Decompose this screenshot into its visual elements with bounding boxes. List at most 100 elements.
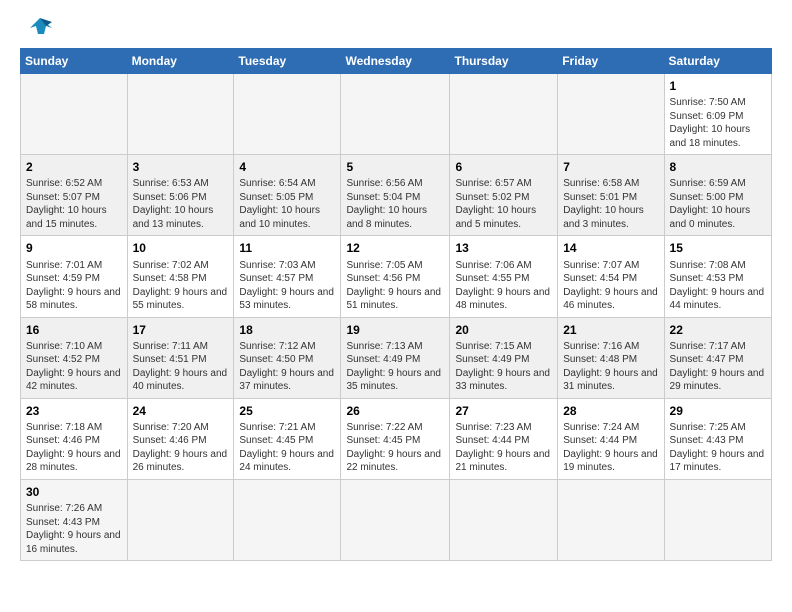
day-info: Sunrise: 7:21 AM Sunset: 4:45 PM Dayligh… [239, 421, 335, 475]
day-info: Sunrise: 7:03 AM Sunset: 4:57 PM Dayligh… [239, 259, 335, 313]
day-info: Sunrise: 7:02 AM Sunset: 4:58 PM Dayligh… [133, 259, 229, 313]
day-info: Sunrise: 7:22 AM Sunset: 4:45 PM Dayligh… [346, 421, 444, 475]
calendar-cell [234, 74, 341, 155]
day-number: 1 [670, 78, 766, 94]
day-number: 10 [133, 240, 229, 256]
day-number: 23 [26, 403, 122, 419]
calendar-cell: 27 Sunrise: 7:23 AM Sunset: 4:44 PM Dayli… [450, 398, 558, 479]
calendar-week-row-1: 1Sunrise: 7:50 AM Sunset: 6:09 PM Daylig… [21, 74, 772, 155]
day-info: Sunrise: 7:10 AM Sunset: 4:52 PM Dayligh… [26, 340, 122, 394]
calendar-cell [127, 479, 234, 560]
day-number: 22 [670, 322, 766, 338]
day-info: Sunrise: 6:57 AM Sunset: 5:02 PM Dayligh… [455, 177, 552, 231]
calendar-cell: 7Sunrise: 6:58 AM Sunset: 5:01 PM Daylig… [558, 155, 664, 236]
day-number: 5 [346, 159, 444, 175]
calendar-cell: 2Sunrise: 6:52 AM Sunset: 5:07 PM Daylig… [21, 155, 128, 236]
calendar-cell: 8Sunrise: 6:59 AM Sunset: 5:00 PM Daylig… [664, 155, 771, 236]
day-number: 14 [563, 240, 658, 256]
calendar-cell [21, 74, 128, 155]
day-number: 9 [26, 240, 122, 256]
day-number: 2 [26, 159, 122, 175]
calendar-weekday-friday: Friday [558, 49, 664, 74]
calendar-cell: 15Sunrise: 7:08 AM Sunset: 4:53 PM Dayli… [664, 236, 771, 317]
calendar-header-row: SundayMondayTuesdayWednesdayThursdayFrid… [21, 49, 772, 74]
day-info: Sunrise: 6:56 AM Sunset: 5:04 PM Dayligh… [346, 177, 444, 231]
day-info: Sunrise: 7:08 AM Sunset: 4:53 PM Dayligh… [670, 259, 766, 313]
day-info: Sunrise: 6:54 AM Sunset: 5:05 PM Dayligh… [239, 177, 335, 231]
calendar-cell: 16 Sunrise: 7:10 AM Sunset: 4:52 PM Dayli… [21, 317, 128, 398]
calendar-cell: 1Sunrise: 7:50 AM Sunset: 6:09 PM Daylig… [664, 74, 771, 155]
day-info: Sunrise: 6:53 AM Sunset: 5:06 PM Dayligh… [133, 177, 229, 231]
day-number: 28 [563, 403, 658, 419]
calendar-cell: 5 Sunrise: 6:56 AM Sunset: 5:04 PM Daylig… [341, 155, 450, 236]
calendar-weekday-tuesday: Tuesday [234, 49, 341, 74]
day-number: 11 [239, 240, 335, 256]
day-info: Sunrise: 7:06 AM Sunset: 4:55 PM Dayligh… [455, 259, 552, 313]
calendar-weekday-monday: Monday [127, 49, 234, 74]
day-number: 25 [239, 403, 335, 419]
day-number: 13 [455, 240, 552, 256]
day-info: Sunrise: 7:12 AM Sunset: 4:50 PM Dayligh… [239, 340, 335, 394]
calendar-cell: 29 Sunrise: 7:25 AM Sunset: 4:43 PM Dayli… [664, 398, 771, 479]
day-number: 29 [670, 403, 766, 419]
calendar-week-row-6: 30Sunrise: 7:26 AM Sunset: 4:43 PM Dayli… [21, 479, 772, 560]
calendar-cell: 4 Sunrise: 6:54 AM Sunset: 5:05 PM Daylig… [234, 155, 341, 236]
page: SundayMondayTuesdayWednesdayThursdayFrid… [0, 0, 792, 571]
day-number: 18 [239, 322, 335, 338]
logo-bird-icon [24, 16, 56, 38]
calendar-cell [234, 479, 341, 560]
day-number: 3 [133, 159, 229, 175]
day-number: 24 [133, 403, 229, 419]
calendar-week-row-4: 16 Sunrise: 7:10 AM Sunset: 4:52 PM Dayli… [21, 317, 772, 398]
calendar-cell: 25 Sunrise: 7:21 AM Sunset: 4:45 PM Dayli… [234, 398, 341, 479]
calendar-cell: 17Sunrise: 7:11 AM Sunset: 4:51 PM Dayli… [127, 317, 234, 398]
day-number: 26 [346, 403, 444, 419]
day-number: 7 [563, 159, 658, 175]
calendar-cell [664, 479, 771, 560]
logo [20, 16, 56, 38]
calendar-cell [127, 74, 234, 155]
calendar-cell: 9Sunrise: 7:01 AM Sunset: 4:59 PM Daylig… [21, 236, 128, 317]
calendar-cell: 22 Sunrise: 7:17 AM Sunset: 4:47 PM Dayli… [664, 317, 771, 398]
day-info: Sunrise: 7:23 AM Sunset: 4:44 PM Dayligh… [455, 421, 552, 475]
calendar-weekday-wednesday: Wednesday [341, 49, 450, 74]
calendar-cell: 20 Sunrise: 7:15 AM Sunset: 4:49 PM Dayli… [450, 317, 558, 398]
calendar-weekday-thursday: Thursday [450, 49, 558, 74]
day-number: 16 [26, 322, 122, 338]
calendar-week-row-2: 2Sunrise: 6:52 AM Sunset: 5:07 PM Daylig… [21, 155, 772, 236]
calendar-cell: 26 Sunrise: 7:22 AM Sunset: 4:45 PM Dayli… [341, 398, 450, 479]
calendar-cell [341, 479, 450, 560]
day-number: 12 [346, 240, 444, 256]
calendar-cell: 6 Sunrise: 6:57 AM Sunset: 5:02 PM Daylig… [450, 155, 558, 236]
day-info: Sunrise: 6:59 AM Sunset: 5:00 PM Dayligh… [670, 177, 766, 231]
day-number: 17 [133, 322, 229, 338]
calendar-cell: 28 Sunrise: 7:24 AM Sunset: 4:44 PM Dayli… [558, 398, 664, 479]
day-number: 30 [26, 484, 122, 500]
calendar-cell: 10 Sunrise: 7:02 AM Sunset: 4:58 PM Dayli… [127, 236, 234, 317]
day-info: Sunrise: 7:15 AM Sunset: 4:49 PM Dayligh… [455, 340, 552, 394]
calendar-cell: 11 Sunrise: 7:03 AM Sunset: 4:57 PM Dayli… [234, 236, 341, 317]
calendar-cell [450, 479, 558, 560]
calendar-cell: 13 Sunrise: 7:06 AM Sunset: 4:55 PM Dayli… [450, 236, 558, 317]
calendar-cell [450, 74, 558, 155]
day-number: 4 [239, 159, 335, 175]
day-info: Sunrise: 7:13 AM Sunset: 4:49 PM Dayligh… [346, 340, 444, 394]
day-number: 6 [455, 159, 552, 175]
day-number: 21 [563, 322, 658, 338]
calendar-weekday-sunday: Sunday [21, 49, 128, 74]
calendar-table: SundayMondayTuesdayWednesdayThursdayFrid… [20, 48, 772, 561]
calendar-cell: 18 Sunrise: 7:12 AM Sunset: 4:50 PM Dayli… [234, 317, 341, 398]
day-info: Sunrise: 7:24 AM Sunset: 4:44 PM Dayligh… [563, 421, 658, 475]
calendar-cell [558, 74, 664, 155]
day-info: Sunrise: 7:05 AM Sunset: 4:56 PM Dayligh… [346, 259, 444, 313]
calendar-cell [558, 479, 664, 560]
calendar-cell: 14Sunrise: 7:07 AM Sunset: 4:54 PM Dayli… [558, 236, 664, 317]
day-number: 20 [455, 322, 552, 338]
calendar-cell: 30Sunrise: 7:26 AM Sunset: 4:43 PM Dayli… [21, 479, 128, 560]
calendar-cell: 23 Sunrise: 7:18 AM Sunset: 4:46 PM Dayli… [21, 398, 128, 479]
day-info: Sunrise: 7:18 AM Sunset: 4:46 PM Dayligh… [26, 421, 122, 475]
calendar-week-row-3: 9Sunrise: 7:01 AM Sunset: 4:59 PM Daylig… [21, 236, 772, 317]
day-info: Sunrise: 7:25 AM Sunset: 4:43 PM Dayligh… [670, 421, 766, 475]
day-info: Sunrise: 7:17 AM Sunset: 4:47 PM Dayligh… [670, 340, 766, 394]
day-number: 27 [455, 403, 552, 419]
